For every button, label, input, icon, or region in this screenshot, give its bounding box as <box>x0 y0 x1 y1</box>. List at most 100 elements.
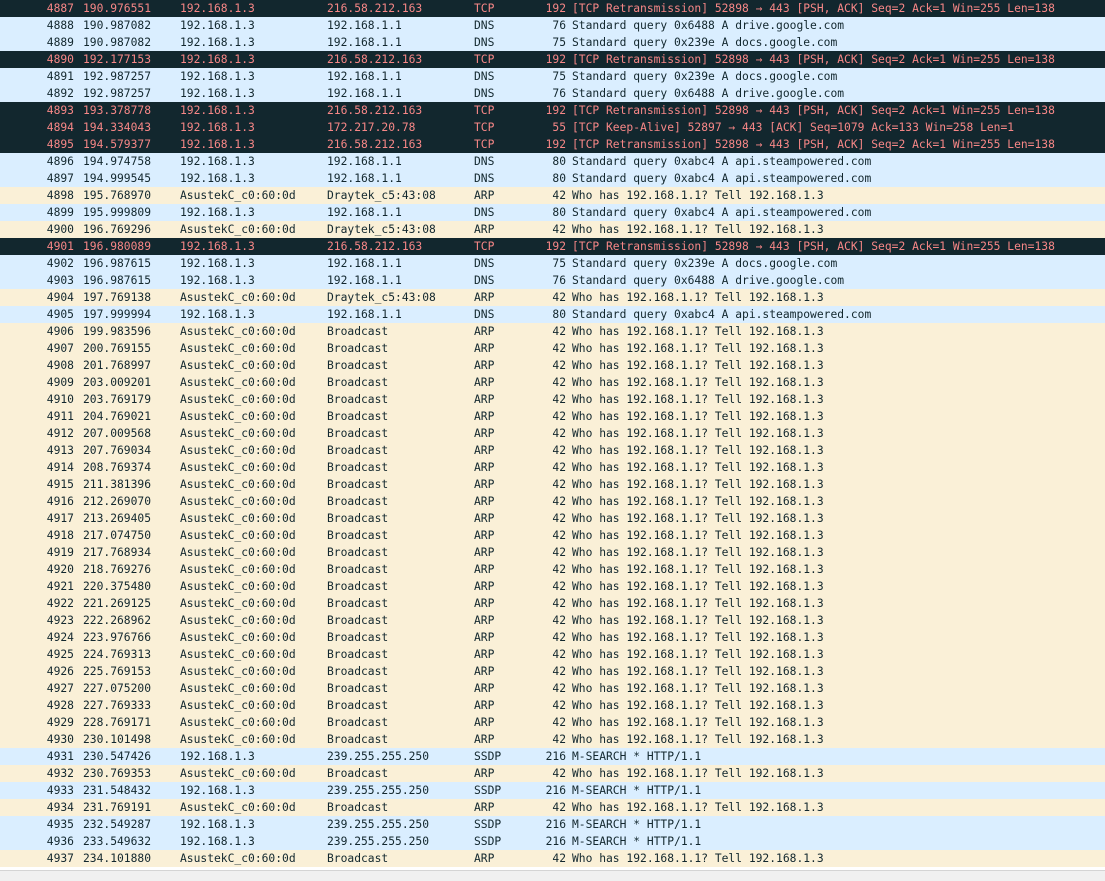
packet-row[interactable]: 4889 190.987082 192.168.1.3 192.168.1.1 DNS 7… <box>0 34 1105 51</box>
packet-info: Who has 192.168.1.1? Tell 192.168.1.3 <box>572 478 824 491</box>
packet-row[interactable]: 4887 190.976551 192.168.1.3 216.58.212.163 T… <box>0 0 1105 17</box>
packet-row[interactable]: 4930 230.101498 AsustekC_c0:60:0d Broadcast… <box>0 731 1105 748</box>
packet-time: 207.769034 <box>83 444 152 457</box>
packet-row[interactable]: 4921 220.375480 AsustekC_c0:60:0d Broadcast… <box>0 578 1105 595</box>
packet-row[interactable]: 4919 217.768934 AsustekC_c0:60:0d Broadcast… <box>0 544 1105 561</box>
packet-number: 4923 <box>46 614 74 627</box>
packet-source: 192.168.1.3 <box>180 818 255 831</box>
packet-row[interactable]: 4929 228.769171 AsustekC_c0:60:0d Broadcast… <box>0 714 1105 731</box>
packet-time: 199.983596 <box>83 325 152 338</box>
packet-destination: Broadcast <box>327 512 389 525</box>
packet-row[interactable]: 4902 196.987615 192.168.1.3 192.168.1.1 DNS 7… <box>0 255 1105 272</box>
packet-destination: Broadcast <box>327 563 389 576</box>
packet-row[interactable]: 4937 234.101880 AsustekC_c0:60:0d Broadcast… <box>0 850 1105 867</box>
packet-row[interactable]: 4918 217.074750 AsustekC_c0:60:0d Broadcast… <box>0 527 1105 544</box>
packet-row[interactable]: 4900 196.769296 AsustekC_c0:60:0d Draytek_c… <box>0 221 1105 238</box>
packet-row[interactable]: 4917 213.269405 AsustekC_c0:60:0d Broadcast… <box>0 510 1105 527</box>
packet-row[interactable]: 4920 218.769276 AsustekC_c0:60:0d Broadcast… <box>0 561 1105 578</box>
packet-row[interactable]: 4925 224.769313 AsustekC_c0:60:0d Broadcast… <box>0 646 1105 663</box>
packet-protocol: ARP <box>474 461 495 474</box>
packet-time: 218.769276 <box>83 563 152 576</box>
packet-row[interactable]: 4926 225.769153 AsustekC_c0:60:0d Broadcast… <box>0 663 1105 680</box>
packet-row[interactable]: 4913 207.769034 AsustekC_c0:60:0d Broadcast… <box>0 442 1105 459</box>
packet-destination: Broadcast <box>327 461 389 474</box>
packet-row[interactable]: 4901 196.980089 192.168.1.3 216.58.212.163 T… <box>0 238 1105 255</box>
packet-row[interactable]: 4908 201.768997 AsustekC_c0:60:0d Broadcast… <box>0 357 1105 374</box>
packet-time: 204.769021 <box>83 410 152 423</box>
packet-destination: Broadcast <box>327 376 389 389</box>
packet-protocol: SSDP <box>474 818 502 831</box>
packet-time: 227.769333 <box>83 699 152 712</box>
packet-row[interactable]: 4923 222.268962 AsustekC_c0:60:0d Broadcast… <box>0 612 1105 629</box>
packet-row[interactable]: 4935 232.549287 192.168.1.3 239.255.255.250… <box>0 816 1105 833</box>
packet-row[interactable]: 4916 212.269070 AsustekC_c0:60:0d Broadcast… <box>0 493 1105 510</box>
packet-row[interactable]: 4906 199.983596 AsustekC_c0:60:0d Broadcast… <box>0 323 1105 340</box>
packet-row[interactable]: 4915 211.381396 AsustekC_c0:60:0d Broadcast… <box>0 476 1105 493</box>
packet-info: Standard query 0x239e A docs.google.com <box>572 36 838 49</box>
packet-time: 207.009568 <box>83 427 152 440</box>
packet-info: Who has 192.168.1.1? Tell 192.168.1.3 <box>572 427 824 440</box>
packet-row[interactable]: 4924 223.976766 AsustekC_c0:60:0d Broadcast… <box>0 629 1105 646</box>
packet-row[interactable]: 4895 194.579377 192.168.1.3 216.58.212.163 T… <box>0 136 1105 153</box>
packet-length: 192 <box>545 240 566 253</box>
packet-destination: Draytek_c5:43:08 <box>327 223 436 236</box>
packet-row[interactable]: 4934 231.769191 AsustekC_c0:60:0d Broadcast… <box>0 799 1105 816</box>
packet-time: 194.579377 <box>83 138 152 151</box>
packet-row[interactable]: 4903 196.987615 192.168.1.3 192.168.1.1 DNS 7… <box>0 272 1105 289</box>
packet-info: Who has 192.168.1.1? Tell 192.168.1.3 <box>572 223 824 236</box>
packet-list[interactable]: 4887 190.976551 192.168.1.3 216.58.212.163 T… <box>0 0 1105 870</box>
packet-time: 230.547426 <box>83 750 152 763</box>
packet-row[interactable]: 4933 231.548432 192.168.1.3 239.255.255.250… <box>0 782 1105 799</box>
packet-protocol: ARP <box>474 631 495 644</box>
packet-row[interactable]: 4890 192.177153 192.168.1.3 216.58.212.163 T… <box>0 51 1105 68</box>
packet-row[interactable]: 4932 230.769353 AsustekC_c0:60:0d Broadcast… <box>0 765 1105 782</box>
packet-row[interactable]: 4936 233.549632 192.168.1.3 239.255.255.250… <box>0 833 1105 850</box>
packet-row[interactable]: 4896 194.974758 192.168.1.3 192.168.1.1 DNS 8… <box>0 153 1105 170</box>
packet-protocol: ARP <box>474 427 495 440</box>
packet-row[interactable]: 4927 227.075200 AsustekC_c0:60:0d Broadcast… <box>0 680 1105 697</box>
packet-number: 4899 <box>46 206 74 219</box>
packet-row[interactable]: 4892 192.987257 192.168.1.3 192.168.1.1 DNS 7… <box>0 85 1105 102</box>
packet-length: 80 <box>552 308 566 321</box>
packet-info: Who has 192.168.1.1? Tell 192.168.1.3 <box>572 291 824 304</box>
packet-number: 4936 <box>46 835 74 848</box>
packet-row[interactable]: 4928 227.769333 AsustekC_c0:60:0d Broadcast… <box>0 697 1105 714</box>
packet-row[interactable]: 4912 207.009568 AsustekC_c0:60:0d Broadcast… <box>0 425 1105 442</box>
packet-row[interactable]: 4914 208.769374 AsustekC_c0:60:0d Broadcast… <box>0 459 1105 476</box>
packet-protocol: ARP <box>474 733 495 746</box>
packet-row[interactable]: 4907 200.769155 AsustekC_c0:60:0d Broadcast… <box>0 340 1105 357</box>
packet-destination: Broadcast <box>327 614 389 627</box>
packet-row[interactable]: 4888 190.987082 192.168.1.3 192.168.1.1 DNS 7… <box>0 17 1105 34</box>
packet-row[interactable]: 4899 195.999809 192.168.1.3 192.168.1.1 DNS 8… <box>0 204 1105 221</box>
packet-time: 196.987615 <box>83 257 152 270</box>
packet-row[interactable]: 4905 197.999994 192.168.1.3 192.168.1.1 DNS 8… <box>0 306 1105 323</box>
horizontal-scrollbar[interactable] <box>0 870 1105 881</box>
packet-destination: Broadcast <box>327 852 389 865</box>
packet-number: 4917 <box>46 512 74 525</box>
packet-length: 42 <box>552 597 566 610</box>
packet-time: 193.378778 <box>83 104 152 117</box>
packet-source: 192.168.1.3 <box>180 121 255 134</box>
packet-info: Who has 192.168.1.1? Tell 192.168.1.3 <box>572 495 824 508</box>
packet-number: 4915 <box>46 478 74 491</box>
packet-number: 4909 <box>46 376 74 389</box>
packet-row[interactable]: 4897 194.999545 192.168.1.3 192.168.1.1 DNS 8… <box>0 170 1105 187</box>
packet-row[interactable]: 4894 194.334043 192.168.1.3 172.217.20.78 TC… <box>0 119 1105 136</box>
packet-row[interactable]: 4904 197.769138 AsustekC_c0:60:0d Draytek_c… <box>0 289 1105 306</box>
packet-info: M-SEARCH * HTTP/1.1 <box>572 835 702 848</box>
packet-info: Who has 192.168.1.1? Tell 192.168.1.3 <box>572 665 824 678</box>
packet-row[interactable]: 4931 230.547426 192.168.1.3 239.255.255.250… <box>0 748 1105 765</box>
packet-row[interactable]: 4910 203.769179 AsustekC_c0:60:0d Broadcast… <box>0 391 1105 408</box>
packet-row[interactable]: 4909 203.009201 AsustekC_c0:60:0d Broadcast… <box>0 374 1105 391</box>
packet-length: 42 <box>552 733 566 746</box>
packet-row[interactable]: 4898 195.768970 AsustekC_c0:60:0d Draytek_c… <box>0 187 1105 204</box>
packet-row[interactable]: 4891 192.987257 192.168.1.3 192.168.1.1 DNS 7… <box>0 68 1105 85</box>
packet-protocol: DNS <box>474 172 495 185</box>
packet-row[interactable]: 4911 204.769021 AsustekC_c0:60:0d Broadcast… <box>0 408 1105 425</box>
packet-source: 192.168.1.3 <box>180 87 255 100</box>
packet-info: Who has 192.168.1.1? Tell 192.168.1.3 <box>572 325 824 338</box>
packet-time: 195.768970 <box>83 189 152 202</box>
packet-row[interactable]: 4893 193.378778 192.168.1.3 216.58.212.163 T… <box>0 102 1105 119</box>
packet-row[interactable]: 4922 221.269125 AsustekC_c0:60:0d Broadcast… <box>0 595 1105 612</box>
packet-info: Standard query 0xabc4 A api.steampowered… <box>572 308 872 321</box>
